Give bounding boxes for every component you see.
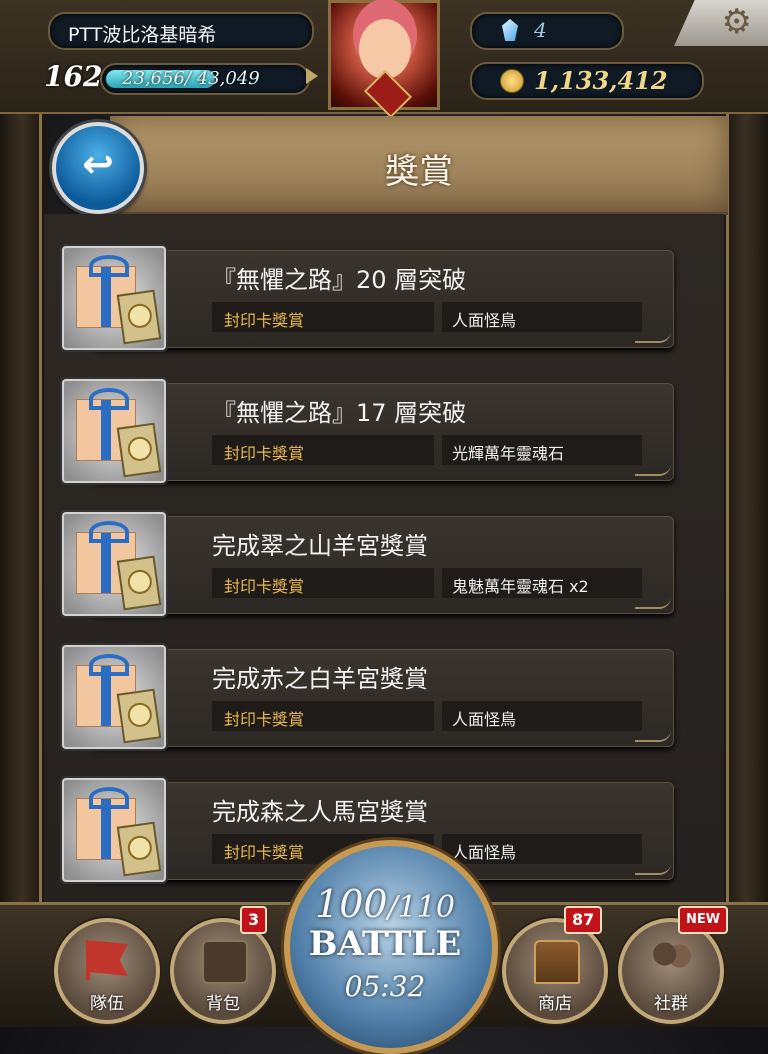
stamina-display: 100/110 bbox=[280, 882, 490, 926]
back-button[interactable]: ↩ bbox=[52, 122, 144, 214]
reward-type: 封印卡獎賞 bbox=[224, 444, 305, 463]
reward-list[interactable]: 『無懼之路』20 層突破 封印卡獎賞 人面怪鳥 『無懼之路』17 層突破 封印卡… bbox=[44, 214, 724, 904]
reward-thumbnail bbox=[62, 379, 166, 483]
back-arrow-icon: ↩ bbox=[82, 142, 114, 186]
reward-item-name: 人面怪鳥 bbox=[452, 311, 517, 330]
reward-title: 完成翠之山羊宮獎賞 bbox=[212, 532, 428, 560]
reward-item-name: 光輝萬年靈魂石 bbox=[452, 444, 565, 463]
gold-value: 1,133,412 bbox=[534, 66, 668, 95]
reward-item[interactable]: 完成翠之山羊宮獎賞 封印卡獎賞 鬼魅萬年靈魂石 x2 bbox=[62, 512, 714, 616]
reward-thumbnail bbox=[62, 645, 166, 749]
reward-type-box: 封印卡獎賞 bbox=[212, 435, 434, 465]
nav-bag-label: 背包 bbox=[206, 994, 240, 1014]
right-frame bbox=[724, 0, 768, 1024]
reward-item-box: 人面怪鳥 bbox=[442, 302, 642, 332]
player-avatar[interactable] bbox=[328, 0, 440, 119]
reward-type: 封印卡獎賞 bbox=[224, 311, 305, 330]
page-title: 獎賞 bbox=[385, 152, 453, 192]
nav-team-button[interactable]: 隊伍 bbox=[54, 918, 160, 1024]
reward-type: 封印卡獎賞 bbox=[224, 577, 305, 596]
reward-title: 完成赤之白羊宮獎賞 bbox=[212, 665, 428, 693]
reward-type-box: 封印卡獎賞 bbox=[212, 302, 434, 332]
reward-type-box: 封印卡獎賞 bbox=[212, 701, 434, 731]
exp-text: 23,656/ 43,049 bbox=[122, 68, 260, 89]
coin-icon bbox=[500, 69, 524, 93]
page-header: 獎賞 bbox=[110, 116, 728, 215]
nav-social-label: 社群 bbox=[654, 994, 688, 1014]
social-badge: NEW bbox=[678, 906, 729, 934]
reward-title: 『無懼之路』20 層突破 bbox=[212, 266, 467, 294]
reward-thumbnail bbox=[62, 246, 166, 350]
seal-card-icon bbox=[116, 688, 162, 744]
reward-item-box: 光輝萬年靈魂石 bbox=[442, 435, 642, 465]
seal-card-icon bbox=[116, 555, 162, 611]
bag-badge: 3 bbox=[240, 906, 268, 934]
nav-team-label: 隊伍 bbox=[90, 994, 124, 1014]
reward-thumbnail bbox=[62, 778, 166, 882]
shop-badge: 87 bbox=[564, 906, 603, 934]
stamina-timer: 05:32 bbox=[344, 970, 426, 1003]
battle-button[interactable]: 100/110 BATTLE 05:32 bbox=[280, 836, 498, 1054]
avatar-emblem-icon bbox=[363, 69, 413, 119]
player-level: 162 bbox=[44, 60, 103, 93]
reward-item-name: 人面怪鳥 bbox=[452, 710, 517, 729]
reward-item-box: 鬼魅萬年靈魂石 x2 bbox=[442, 568, 642, 598]
reward-item-name: 鬼魅萬年靈魂石 x2 bbox=[452, 577, 589, 596]
reward-type-box: 封印卡獎賞 bbox=[212, 568, 434, 598]
settings-button[interactable]: ⚙ bbox=[674, 0, 768, 46]
people-icon bbox=[650, 940, 692, 980]
seal-card-icon bbox=[116, 289, 162, 345]
gold-counter: 1,133,412 bbox=[470, 62, 704, 100]
gem-value: 4 bbox=[534, 18, 547, 42]
top-hud: PTT波比洛基暗希 162 23,656/ 43,049 4 1,133,412… bbox=[0, 0, 768, 119]
reward-item-box: 人面怪鳥 bbox=[442, 701, 642, 731]
reward-type: 封印卡獎賞 bbox=[224, 710, 305, 729]
gear-icon: ⚙ bbox=[721, 2, 752, 42]
gem-counter[interactable]: 4 bbox=[470, 12, 624, 50]
reward-title: 『無懼之路』17 層突破 bbox=[212, 399, 467, 427]
treasure-chest-icon bbox=[534, 940, 580, 984]
left-frame bbox=[0, 0, 44, 1024]
flag-icon bbox=[86, 940, 128, 980]
bag-icon bbox=[202, 940, 248, 984]
reward-item[interactable]: 完成赤之白羊宮獎賞 封印卡獎賞 人面怪鳥 bbox=[62, 645, 714, 749]
diamond-icon bbox=[502, 19, 518, 41]
seal-card-icon bbox=[116, 422, 162, 478]
exp-arrow-icon bbox=[306, 68, 318, 84]
stamina-max: /110 bbox=[387, 890, 455, 925]
nav-shop-label: 商店 bbox=[538, 994, 572, 1014]
reward-item[interactable]: 『無懼之路』20 層突破 封印卡獎賞 人面怪鳥 bbox=[62, 246, 714, 350]
player-name: PTT波比洛基暗希 bbox=[68, 24, 217, 46]
battle-label: BATTLE bbox=[308, 924, 462, 964]
player-name-bar: PTT波比洛基暗希 bbox=[48, 12, 314, 50]
seal-card-icon bbox=[116, 821, 162, 877]
stamina-current: 100 bbox=[315, 882, 388, 926]
reward-thumbnail bbox=[62, 512, 166, 616]
reward-item[interactable]: 『無懼之路』17 層突破 封印卡獎賞 光輝萬年靈魂石 bbox=[62, 379, 714, 483]
reward-title: 完成森之人馬宮獎賞 bbox=[212, 798, 428, 826]
exp-bar: 23,656/ 43,049 bbox=[100, 63, 310, 95]
